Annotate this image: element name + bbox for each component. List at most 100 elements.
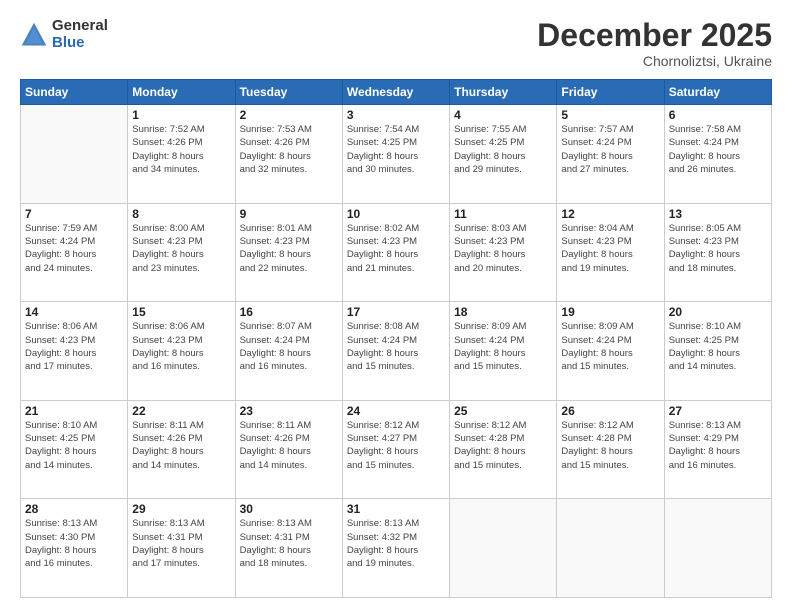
day-info: Sunrise: 8:08 AM Sunset: 4:24 PM Dayligh… — [347, 320, 445, 373]
table-row: 12Sunrise: 8:04 AM Sunset: 4:23 PM Dayli… — [557, 203, 664, 302]
table-row: 2Sunrise: 7:53 AM Sunset: 4:26 PM Daylig… — [235, 105, 342, 204]
header-monday: Monday — [128, 80, 235, 105]
day-info: Sunrise: 8:05 AM Sunset: 4:23 PM Dayligh… — [669, 222, 767, 275]
day-number: 16 — [240, 305, 338, 319]
table-row: 27Sunrise: 8:13 AM Sunset: 4:29 PM Dayli… — [664, 400, 771, 499]
day-number: 17 — [347, 305, 445, 319]
header-tuesday: Tuesday — [235, 80, 342, 105]
day-info: Sunrise: 8:11 AM Sunset: 4:26 PM Dayligh… — [132, 419, 230, 472]
day-info: Sunrise: 7:57 AM Sunset: 4:24 PM Dayligh… — [561, 123, 659, 176]
week-row-5: 28Sunrise: 8:13 AM Sunset: 4:30 PM Dayli… — [21, 499, 772, 598]
day-number: 5 — [561, 108, 659, 122]
month-title: December 2025 — [537, 18, 772, 53]
header-saturday: Saturday — [664, 80, 771, 105]
table-row: 14Sunrise: 8:06 AM Sunset: 4:23 PM Dayli… — [21, 302, 128, 401]
day-info: Sunrise: 8:13 AM Sunset: 4:31 PM Dayligh… — [240, 517, 338, 570]
day-number: 1 — [132, 108, 230, 122]
day-info: Sunrise: 8:06 AM Sunset: 4:23 PM Dayligh… — [132, 320, 230, 373]
table-row: 15Sunrise: 8:06 AM Sunset: 4:23 PM Dayli… — [128, 302, 235, 401]
day-number: 12 — [561, 207, 659, 221]
day-info: Sunrise: 8:01 AM Sunset: 4:23 PM Dayligh… — [240, 222, 338, 275]
day-info: Sunrise: 7:52 AM Sunset: 4:26 PM Dayligh… — [132, 123, 230, 176]
day-number: 11 — [454, 207, 552, 221]
logo-text: General Blue — [52, 18, 108, 51]
table-row — [21, 105, 128, 204]
day-number: 31 — [347, 502, 445, 516]
day-info: Sunrise: 8:09 AM Sunset: 4:24 PM Dayligh… — [561, 320, 659, 373]
table-row — [664, 499, 771, 598]
day-info: Sunrise: 8:12 AM Sunset: 4:28 PM Dayligh… — [454, 419, 552, 472]
header-wednesday: Wednesday — [342, 80, 449, 105]
day-info: Sunrise: 8:07 AM Sunset: 4:24 PM Dayligh… — [240, 320, 338, 373]
day-number: 3 — [347, 108, 445, 122]
table-row: 10Sunrise: 8:02 AM Sunset: 4:23 PM Dayli… — [342, 203, 449, 302]
header-thursday: Thursday — [450, 80, 557, 105]
day-number: 24 — [347, 404, 445, 418]
table-row: 31Sunrise: 8:13 AM Sunset: 4:32 PM Dayli… — [342, 499, 449, 598]
location: Chornoliztsi, Ukraine — [537, 53, 772, 69]
day-number: 28 — [25, 502, 123, 516]
day-info: Sunrise: 8:09 AM Sunset: 4:24 PM Dayligh… — [454, 320, 552, 373]
day-info: Sunrise: 8:13 AM Sunset: 4:30 PM Dayligh… — [25, 517, 123, 570]
logo-blue-text: Blue — [52, 35, 108, 52]
week-row-3: 14Sunrise: 8:06 AM Sunset: 4:23 PM Dayli… — [21, 302, 772, 401]
table-row: 29Sunrise: 8:13 AM Sunset: 4:31 PM Dayli… — [128, 499, 235, 598]
day-info: Sunrise: 8:02 AM Sunset: 4:23 PM Dayligh… — [347, 222, 445, 275]
day-number: 10 — [347, 207, 445, 221]
day-info: Sunrise: 8:11 AM Sunset: 4:26 PM Dayligh… — [240, 419, 338, 472]
day-number: 6 — [669, 108, 767, 122]
table-row: 11Sunrise: 8:03 AM Sunset: 4:23 PM Dayli… — [450, 203, 557, 302]
table-row: 5Sunrise: 7:57 AM Sunset: 4:24 PM Daylig… — [557, 105, 664, 204]
day-number: 21 — [25, 404, 123, 418]
week-row-1: 1Sunrise: 7:52 AM Sunset: 4:26 PM Daylig… — [21, 105, 772, 204]
day-info: Sunrise: 8:10 AM Sunset: 4:25 PM Dayligh… — [669, 320, 767, 373]
table-row — [450, 499, 557, 598]
table-row: 8Sunrise: 8:00 AM Sunset: 4:23 PM Daylig… — [128, 203, 235, 302]
day-number: 9 — [240, 207, 338, 221]
table-row: 1Sunrise: 7:52 AM Sunset: 4:26 PM Daylig… — [128, 105, 235, 204]
table-row: 17Sunrise: 8:08 AM Sunset: 4:24 PM Dayli… — [342, 302, 449, 401]
table-row: 18Sunrise: 8:09 AM Sunset: 4:24 PM Dayli… — [450, 302, 557, 401]
header: General Blue December 2025 Chornoliztsi,… — [20, 18, 772, 69]
day-info: Sunrise: 8:06 AM Sunset: 4:23 PM Dayligh… — [25, 320, 123, 373]
day-number: 8 — [132, 207, 230, 221]
table-row: 19Sunrise: 8:09 AM Sunset: 4:24 PM Dayli… — [557, 302, 664, 401]
day-number: 18 — [454, 305, 552, 319]
day-info: Sunrise: 8:00 AM Sunset: 4:23 PM Dayligh… — [132, 222, 230, 275]
table-row: 20Sunrise: 8:10 AM Sunset: 4:25 PM Dayli… — [664, 302, 771, 401]
table-row: 24Sunrise: 8:12 AM Sunset: 4:27 PM Dayli… — [342, 400, 449, 499]
day-info: Sunrise: 8:10 AM Sunset: 4:25 PM Dayligh… — [25, 419, 123, 472]
day-number: 25 — [454, 404, 552, 418]
logo-general-text: General — [52, 18, 108, 35]
day-number: 29 — [132, 502, 230, 516]
day-number: 7 — [25, 207, 123, 221]
day-info: Sunrise: 7:59 AM Sunset: 4:24 PM Dayligh… — [25, 222, 123, 275]
day-info: Sunrise: 7:55 AM Sunset: 4:25 PM Dayligh… — [454, 123, 552, 176]
table-row: 9Sunrise: 8:01 AM Sunset: 4:23 PM Daylig… — [235, 203, 342, 302]
day-info: Sunrise: 8:12 AM Sunset: 4:27 PM Dayligh… — [347, 419, 445, 472]
day-info: Sunrise: 8:13 AM Sunset: 4:29 PM Dayligh… — [669, 419, 767, 472]
day-info: Sunrise: 7:54 AM Sunset: 4:25 PM Dayligh… — [347, 123, 445, 176]
table-row: 21Sunrise: 8:10 AM Sunset: 4:25 PM Dayli… — [21, 400, 128, 499]
day-number: 26 — [561, 404, 659, 418]
week-row-2: 7Sunrise: 7:59 AM Sunset: 4:24 PM Daylig… — [21, 203, 772, 302]
day-number: 27 — [669, 404, 767, 418]
title-area: December 2025 Chornoliztsi, Ukraine — [537, 18, 772, 69]
header-friday: Friday — [557, 80, 664, 105]
logo-icon — [20, 21, 48, 49]
table-row: 4Sunrise: 7:55 AM Sunset: 4:25 PM Daylig… — [450, 105, 557, 204]
weekday-header-row: Sunday Monday Tuesday Wednesday Thursday… — [21, 80, 772, 105]
table-row: 3Sunrise: 7:54 AM Sunset: 4:25 PM Daylig… — [342, 105, 449, 204]
day-number: 20 — [669, 305, 767, 319]
table-row — [557, 499, 664, 598]
day-info: Sunrise: 8:03 AM Sunset: 4:23 PM Dayligh… — [454, 222, 552, 275]
table-row: 25Sunrise: 8:12 AM Sunset: 4:28 PM Dayli… — [450, 400, 557, 499]
day-number: 23 — [240, 404, 338, 418]
table-row: 28Sunrise: 8:13 AM Sunset: 4:30 PM Dayli… — [21, 499, 128, 598]
table-row: 26Sunrise: 8:12 AM Sunset: 4:28 PM Dayli… — [557, 400, 664, 499]
table-row: 16Sunrise: 8:07 AM Sunset: 4:24 PM Dayli… — [235, 302, 342, 401]
day-info: Sunrise: 8:13 AM Sunset: 4:32 PM Dayligh… — [347, 517, 445, 570]
logo: General Blue — [20, 18, 108, 51]
day-number: 13 — [669, 207, 767, 221]
table-row: 13Sunrise: 8:05 AM Sunset: 4:23 PM Dayli… — [664, 203, 771, 302]
